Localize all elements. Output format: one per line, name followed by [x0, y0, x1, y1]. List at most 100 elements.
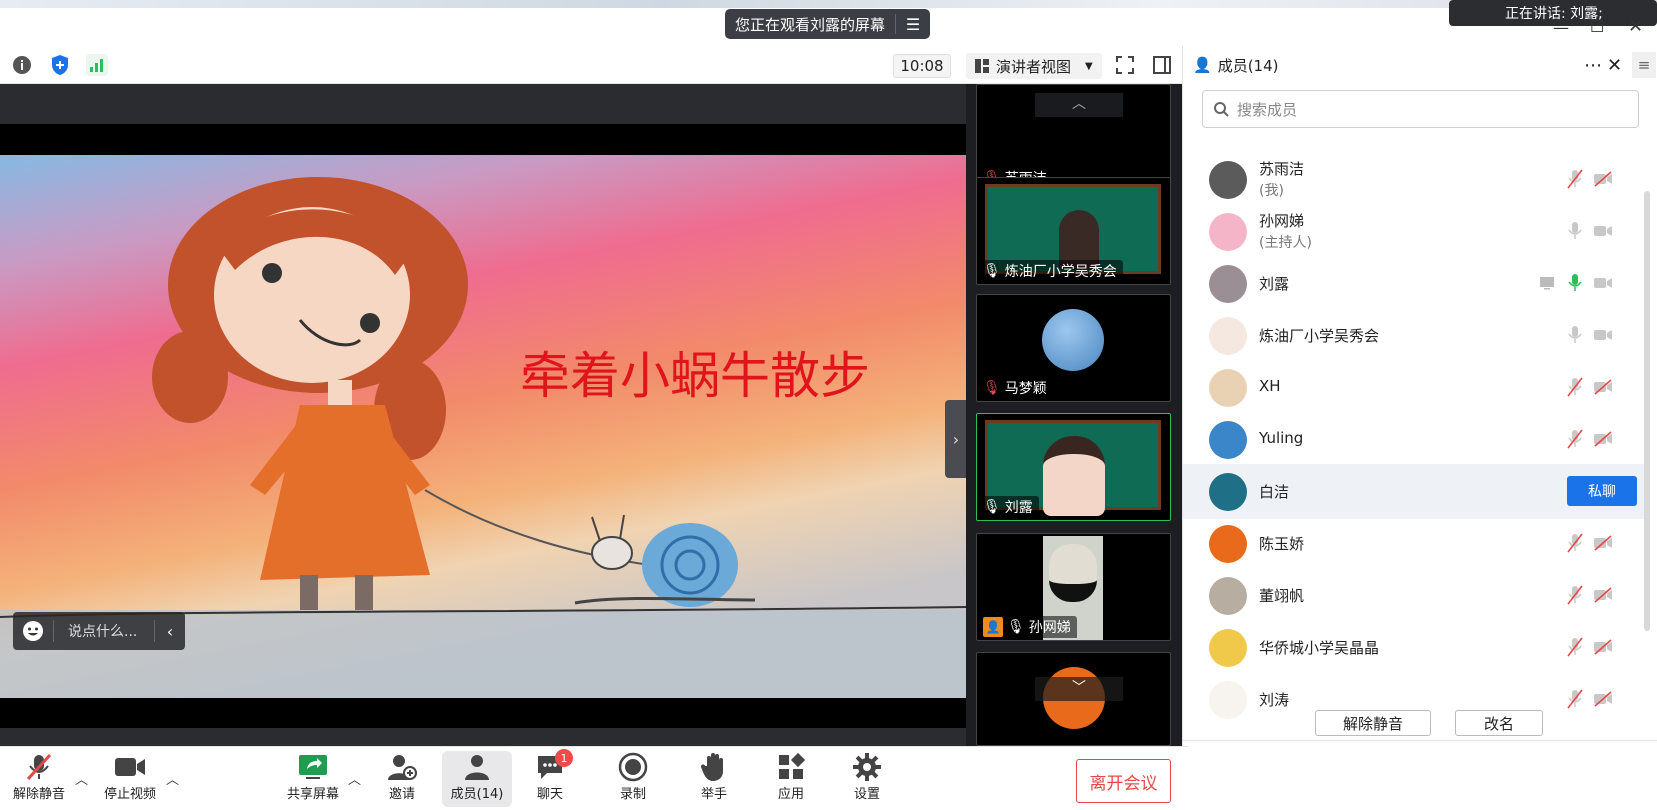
share-options-chevron-icon[interactable]: ︿: [348, 769, 361, 788]
camera-off-icon[interactable]: [1593, 533, 1613, 553]
scroll-up-button[interactable]: ︿: [1035, 93, 1123, 117]
camera-off-icon[interactable]: [1593, 689, 1613, 709]
video-thumbnail-strip: ︿ 🎙 苏雨洁 🎙 炼油厂小学吴秀会 🎙 马梦颖 🎙: [966, 84, 1188, 746]
camera-off-icon[interactable]: [1593, 637, 1613, 657]
meeting-toolbar: 10:08 演讲者视图 ▼: [0, 46, 1188, 84]
member-search-input[interactable]: 搜索成员: [1202, 90, 1639, 128]
apps-button[interactable]: 应用: [756, 751, 826, 807]
members-panel: 👤 成员(14) ⋯ ✕ ≡ 搜索成员 苏雨洁 (我) 孙网娣 (主持人) 刘露 炼油厂小…: [1182, 46, 1657, 746]
member-row[interactable]: 陈玉娇: [1183, 516, 1648, 571]
minimize-icon[interactable]: —: [1553, 18, 1569, 37]
leave-meeting-button[interactable]: 离开会议: [1076, 759, 1171, 803]
camera-off-icon[interactable]: [1593, 377, 1613, 397]
member-row[interactable]: 苏雨洁 (我): [1183, 152, 1648, 207]
video-thumbnail-active[interactable]: 🎙 刘露: [976, 413, 1171, 521]
audio-options-chevron-icon[interactable]: ︿: [75, 769, 88, 788]
member-row[interactable]: 董翊帆: [1183, 568, 1648, 623]
invite-button[interactable]: 邀请: [367, 751, 437, 807]
settings-button[interactable]: 设置: [832, 751, 902, 807]
maximize-icon[interactable]: ☐: [1590, 17, 1604, 36]
info-icon[interactable]: [11, 54, 33, 76]
mic-icon[interactable]: [1565, 273, 1585, 293]
panel-menu-icon[interactable]: ≡: [1632, 52, 1656, 78]
member-avatar: [1209, 576, 1247, 615]
layout-toggle-icon[interactable]: [1151, 54, 1173, 76]
member-name: 刘露: [1259, 275, 1290, 293]
member-avatar: [1209, 472, 1247, 511]
participant-avatar: [1042, 309, 1104, 371]
member-row[interactable]: XH: [1183, 360, 1648, 415]
video-thumbnail[interactable]: 🎙 马梦颖: [976, 294, 1171, 402]
apps-icon: [777, 751, 805, 783]
video-options-chevron-icon[interactable]: ︿: [166, 769, 179, 788]
chevron-left-icon[interactable]: ‹: [155, 622, 185, 641]
close-panel-icon[interactable]: ✕: [1607, 55, 1622, 76]
camera-off-icon[interactable]: [1593, 273, 1613, 293]
mic-muted-icon[interactable]: [1565, 637, 1585, 657]
raise-hand-button[interactable]: 举手: [679, 751, 749, 807]
thumbnail-name: 刘露: [1004, 500, 1033, 516]
video-thumbnail[interactable]: ﹀: [976, 652, 1171, 746]
security-shield-icon[interactable]: [49, 54, 71, 76]
unmute-all-button[interactable]: 解除静音: [1315, 710, 1431, 736]
record-button[interactable]: 录制: [598, 751, 668, 807]
member-row[interactable]: 孙网娣 (主持人): [1183, 204, 1648, 259]
more-options-icon[interactable]: ⋯: [1584, 55, 1602, 76]
member-name: 董翊帆: [1259, 587, 1305, 605]
member-name: 刘涛: [1259, 691, 1290, 709]
camera-off-icon[interactable]: [1593, 429, 1613, 449]
camera-off-icon[interactable]: [1593, 169, 1613, 189]
screen-share-status-icon: [1537, 273, 1557, 293]
mic-muted-icon[interactable]: [1565, 169, 1585, 189]
search-placeholder: 搜索成员: [1237, 100, 1298, 119]
mic-muted-icon[interactable]: [1565, 585, 1585, 605]
rename-button[interactable]: 改名: [1455, 710, 1543, 736]
mic-muted-icon: [24, 751, 54, 783]
member-row[interactable]: 炼油厂小学吴秀会: [1183, 308, 1648, 363]
member-avatar: [1209, 368, 1247, 407]
view-mode-dropdown[interactable]: 演讲者视图 ▼: [966, 53, 1102, 79]
thumbnail-name: 炼油厂小学吴秀会: [1004, 264, 1117, 280]
camera-off-icon[interactable]: [1593, 325, 1613, 345]
viewing-screen-banner[interactable]: 您正在观看刘露的屏幕 ☰: [725, 9, 930, 39]
share-screen-icon: [298, 751, 328, 783]
camera-off-icon[interactable]: [1593, 585, 1613, 605]
close-window-icon[interactable]: ✕: [1628, 16, 1643, 37]
video-thumbnail[interactable]: 🎙 炼油厂小学吴秀会: [976, 177, 1171, 285]
chat-input-placeholder[interactable]: 说点什么...: [54, 621, 154, 641]
collapse-thumbnails-tab[interactable]: ›: [945, 400, 967, 478]
members-button[interactable]: 成员(14): [442, 751, 512, 807]
meeting-window: 您正在观看刘露的屏幕 ☰ 正在讲话: 刘露; — ☐ ✕ 10:08 演讲者视图…: [0, 0, 1657, 810]
mic-icon[interactable]: [1565, 325, 1585, 345]
video-thumbnail[interactable]: ︿ 🎙 苏雨洁: [976, 84, 1171, 192]
banner-menu-icon[interactable]: ☰: [896, 15, 930, 34]
mic-muted-icon[interactable]: [1565, 689, 1585, 709]
member-row[interactable]: Yuling: [1183, 412, 1648, 467]
unmute-button[interactable]: 解除静音: [4, 751, 74, 807]
mic-icon[interactable]: [1565, 221, 1585, 241]
emoji-icon[interactable]: [13, 620, 53, 642]
stop-video-button[interactable]: 停止视频: [95, 751, 165, 807]
search-icon: [1214, 102, 1229, 117]
mic-muted-icon[interactable]: [1565, 429, 1585, 449]
member-row[interactable]: 白洁 私聊: [1183, 464, 1648, 519]
member-avatar: [1209, 264, 1247, 303]
share-screen-button[interactable]: 共享屏幕: [278, 751, 348, 807]
fullscreen-icon[interactable]: [1114, 54, 1136, 76]
video-thumbnail[interactable]: 👤 🎙 孙网娣: [976, 533, 1171, 641]
network-signal-icon[interactable]: [86, 54, 108, 76]
member-row[interactable]: 华侨城小学吴晶晶: [1183, 620, 1648, 675]
mic-muted-icon[interactable]: [1565, 377, 1585, 397]
camera-off-icon[interactable]: [1593, 221, 1613, 241]
thumbnail-label: 🎙 刘露: [977, 496, 1039, 518]
mic-muted-icon[interactable]: [1565, 533, 1585, 553]
participant-face: [1049, 544, 1097, 602]
scroll-down-button[interactable]: ﹀: [1035, 677, 1123, 701]
private-chat-button[interactable]: 私聊: [1567, 476, 1637, 506]
participant-face: [1043, 436, 1105, 516]
member-row[interactable]: 刘露: [1183, 256, 1648, 311]
member-list-scrollbar[interactable]: [1644, 191, 1650, 631]
chat-button[interactable]: 1 聊天: [515, 749, 585, 807]
member-name: 华侨城小学吴晶晶: [1259, 639, 1380, 657]
quick-chat-bar[interactable]: 说点什么... ‹: [13, 612, 185, 650]
